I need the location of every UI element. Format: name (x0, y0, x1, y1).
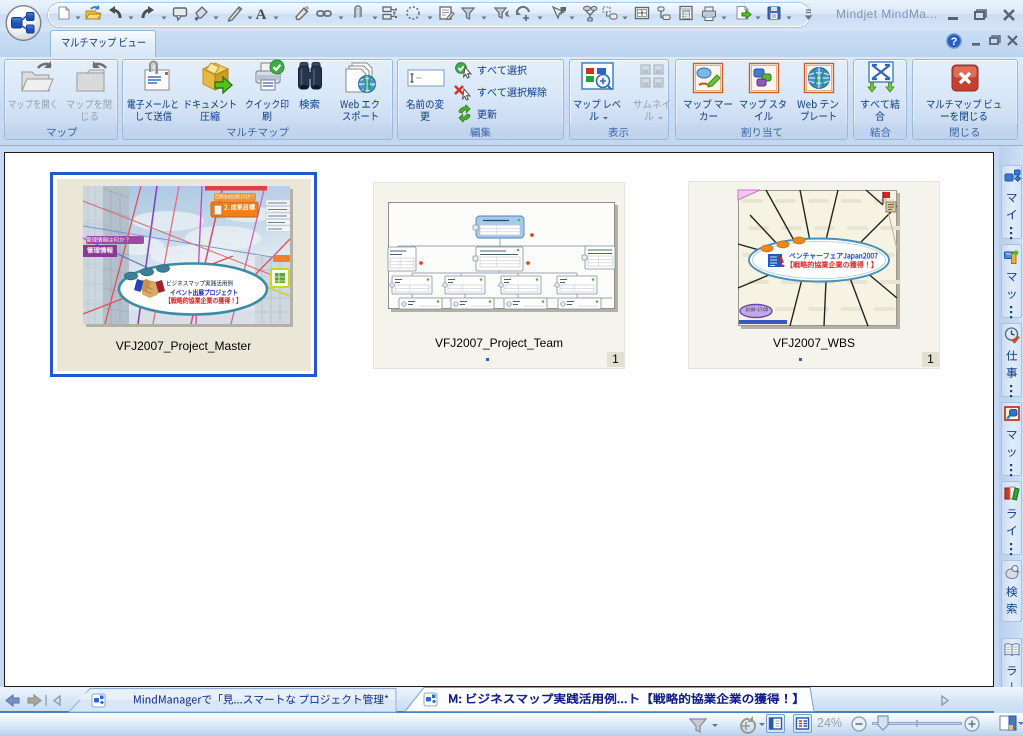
svg-text:A: A (256, 7, 267, 23)
svg-text:?: ? (951, 36, 958, 48)
